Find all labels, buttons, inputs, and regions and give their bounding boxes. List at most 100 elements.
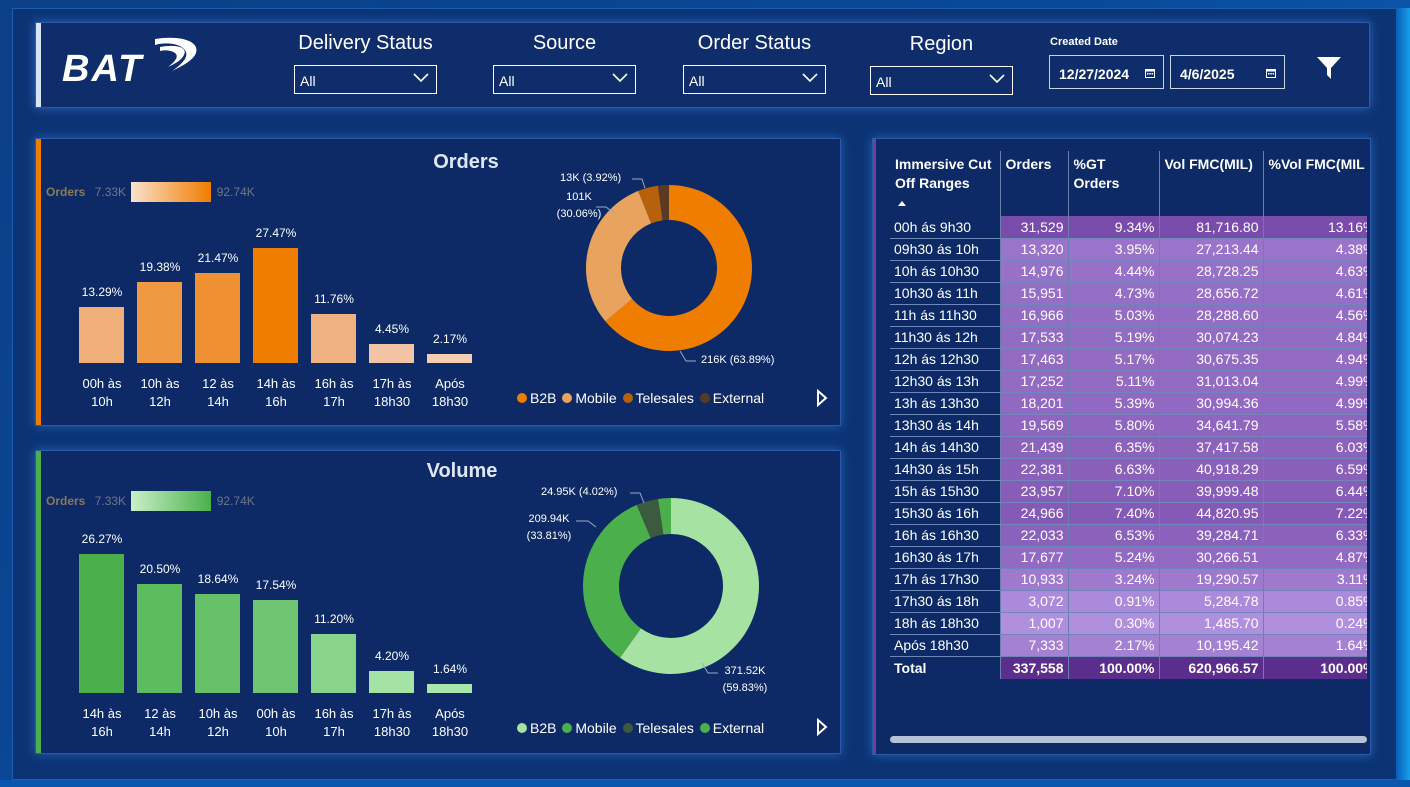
end-date-input[interactable]: 4/6/2025 — [1170, 55, 1285, 89]
value-cell: 4.38% — [1263, 238, 1367, 261]
range-cell: Total — [890, 656, 1001, 679]
value-cell: 24,966 — [1000, 502, 1069, 525]
value-cell: 15,951 — [1000, 282, 1069, 305]
legend-swatch — [517, 393, 527, 403]
range-cell: 11h30 ás 12h — [890, 326, 1001, 349]
value-cell: 23,957 — [1000, 480, 1069, 503]
legend-item[interactable]: Telesales — [636, 720, 694, 736]
legend-item[interactable]: External — [713, 390, 764, 406]
value-cell: 5.11% — [1068, 370, 1160, 393]
legend-item[interactable]: External — [713, 720, 764, 736]
table-row[interactable]: 16h30 ás 17h17,6775.24%30,266.514.87% — [890, 546, 1367, 569]
table-viewport: Immersive Cut Off Ranges Orders %GT Orde… — [890, 151, 1367, 731]
chevron-down-icon — [989, 74, 1005, 84]
value-cell: 13,320 — [1000, 238, 1069, 261]
table-row[interactable]: 14h ás 14h3021,4396.35%37,417.586.03% — [890, 436, 1367, 459]
delivery-status-dropdown[interactable]: All — [294, 65, 437, 94]
range-cell: 13h30 ás 14h — [890, 414, 1001, 437]
value-cell: 4.99% — [1263, 392, 1367, 415]
table-row[interactable]: 13h30 ás 14h19,5695.80%34,641.795.58% — [890, 414, 1367, 437]
value-cell: 100.00% — [1068, 656, 1160, 679]
start-date-value: 12/27/2024 — [1059, 66, 1130, 82]
calendar-icon[interactable] — [1145, 68, 1155, 78]
value-cell: 19,569 — [1000, 414, 1069, 437]
horizontal-scrollbar[interactable] — [890, 736, 1367, 743]
value-cell: 3.24% — [1068, 568, 1160, 591]
calendar-icon[interactable] — [1266, 68, 1276, 78]
value-cell: 37,417.58 — [1159, 436, 1264, 459]
source-dropdown[interactable]: All — [493, 65, 636, 94]
chevron-down-icon — [612, 73, 628, 83]
range-cell: 14h ás 14h30 — [890, 436, 1001, 459]
value-cell: 17,252 — [1000, 370, 1069, 393]
value-cell: 7.40% — [1068, 502, 1160, 525]
table-row[interactable]: 15h ás 15h3023,9577.10%39,999.486.44% — [890, 480, 1367, 503]
value-cell: 14,976 — [1000, 260, 1069, 283]
value-cell: 21,439 — [1000, 436, 1069, 459]
range-cell: 00h ás 9h30 — [890, 216, 1001, 239]
value-cell: 100.00% — [1263, 656, 1367, 679]
chevron-down-icon — [413, 73, 429, 83]
legend-item[interactable]: B2B — [530, 720, 556, 736]
table-row[interactable]: 12h30 ás 13h17,2525.11%31,013.044.99% — [890, 370, 1367, 393]
legend-item[interactable]: Mobile — [575, 390, 616, 406]
table-row[interactable]: 16h ás 16h3022,0336.53%39,284.716.33% — [890, 524, 1367, 547]
legend-item[interactable]: Telesales — [636, 390, 694, 406]
legend-item[interactable]: B2B — [530, 390, 556, 406]
donut-leader-lines — [576, 492, 718, 674]
value-cell: 0.24% — [1263, 612, 1367, 635]
legend-next-arrow-icon[interactable] — [816, 718, 828, 736]
range-cell: 10h ás 10h30 — [890, 260, 1001, 283]
value-cell: 28,728.25 — [1159, 260, 1264, 283]
legend-swatch — [517, 723, 527, 733]
table-row[interactable]: 15h30 ás 16h24,9667.40%44,820.957.22% — [890, 502, 1367, 525]
column-header-vol-fmc[interactable]: Vol FMC(MIL) — [1159, 151, 1264, 216]
table-row[interactable]: 10h ás 10h3014,9764.44%28,728.254.63% — [890, 260, 1367, 283]
table-row[interactable]: 09h30 ás 10h13,3203.95%27,213.444.38% — [890, 238, 1367, 261]
sort-ascending-icon[interactable] — [897, 200, 907, 207]
column-header-orders[interactable]: Orders — [1000, 151, 1069, 216]
value-cell: 4.99% — [1263, 370, 1367, 393]
legend-next-arrow-icon[interactable] — [816, 389, 828, 407]
legend-swatch — [699, 723, 710, 733]
range-cell: 16h ás 16h30 — [890, 524, 1001, 547]
value-cell: 30,994.36 — [1159, 392, 1264, 415]
logo-text: BAT — [62, 48, 144, 89]
column-header-pct-vol-fmc[interactable]: %Vol FMC(MIL — [1263, 151, 1367, 216]
value-cell: 0.91% — [1068, 590, 1160, 613]
filter-header: BAT Delivery Status All Source All Order… — [35, 22, 1370, 108]
legend-item[interactable]: Mobile — [575, 720, 616, 736]
order-status-dropdown[interactable]: All — [683, 65, 826, 94]
value-cell: 4.56% — [1263, 304, 1367, 327]
range-cell: 17h ás 17h30 — [890, 568, 1001, 591]
start-date-input[interactable]: 12/27/2024 — [1049, 55, 1164, 89]
value-cell: 6.33% — [1263, 524, 1367, 547]
table-row[interactable]: 17h ás 17h3010,9333.24%19,290.573.11% — [890, 568, 1367, 591]
table-row[interactable]: 00h ás 9h3031,5299.34%81,716.8013.16% — [890, 216, 1367, 239]
region-dropdown[interactable]: All — [870, 66, 1013, 95]
table-row[interactable]: 13h ás 13h3018,2015.39%30,994.364.99% — [890, 392, 1367, 415]
table-row[interactable]: 10h30 ás 11h15,9514.73%28,656.724.61% — [890, 282, 1367, 305]
value-cell: 10,933 — [1000, 568, 1069, 591]
table-row[interactable]: 18h ás 18h301,0070.30%1,485.700.24% — [890, 612, 1367, 635]
range-cell: 15h ás 15h30 — [890, 480, 1001, 503]
value-cell: 19,290.57 — [1159, 568, 1264, 591]
table-row[interactable]: 14h30 ás 15h22,3816.63%40,918.296.59% — [890, 458, 1367, 481]
value-cell: 3.95% — [1068, 238, 1160, 261]
table-row[interactable]: Após 18h307,3332.17%10,195.421.64% — [890, 634, 1367, 657]
table-row[interactable]: 11h ás 11h3016,9665.03%28,288.604.56% — [890, 304, 1367, 327]
column-header-gt-orders[interactable]: %GT Orders — [1068, 151, 1160, 216]
table-row[interactable]: 11h30 ás 12h17,5335.19%30,074.234.84% — [890, 326, 1367, 349]
value-cell: 10,195.42 — [1159, 634, 1264, 657]
value-cell: 3.11% — [1263, 568, 1367, 591]
value-cell: 6.35% — [1068, 436, 1160, 459]
table-total-row[interactable]: Total337,558100.00%620,966.57100.00% — [890, 656, 1367, 679]
column-header-range[interactable]: Immersive Cut Off Ranges — [890, 151, 1001, 216]
value-cell: 337,558 — [1000, 656, 1069, 679]
table-row[interactable]: 17h30 ás 18h3,0720.91%5,284.780.85% — [890, 590, 1367, 613]
filter-funnel-icon[interactable] — [1316, 55, 1342, 81]
table-row[interactable]: 12h ás 12h3017,4635.17%30,675.354.94% — [890, 348, 1367, 371]
range-cell: Após 18h30 — [890, 634, 1001, 657]
value-cell: 18,201 — [1000, 392, 1069, 415]
range-cell: 17h30 ás 18h — [890, 590, 1001, 613]
